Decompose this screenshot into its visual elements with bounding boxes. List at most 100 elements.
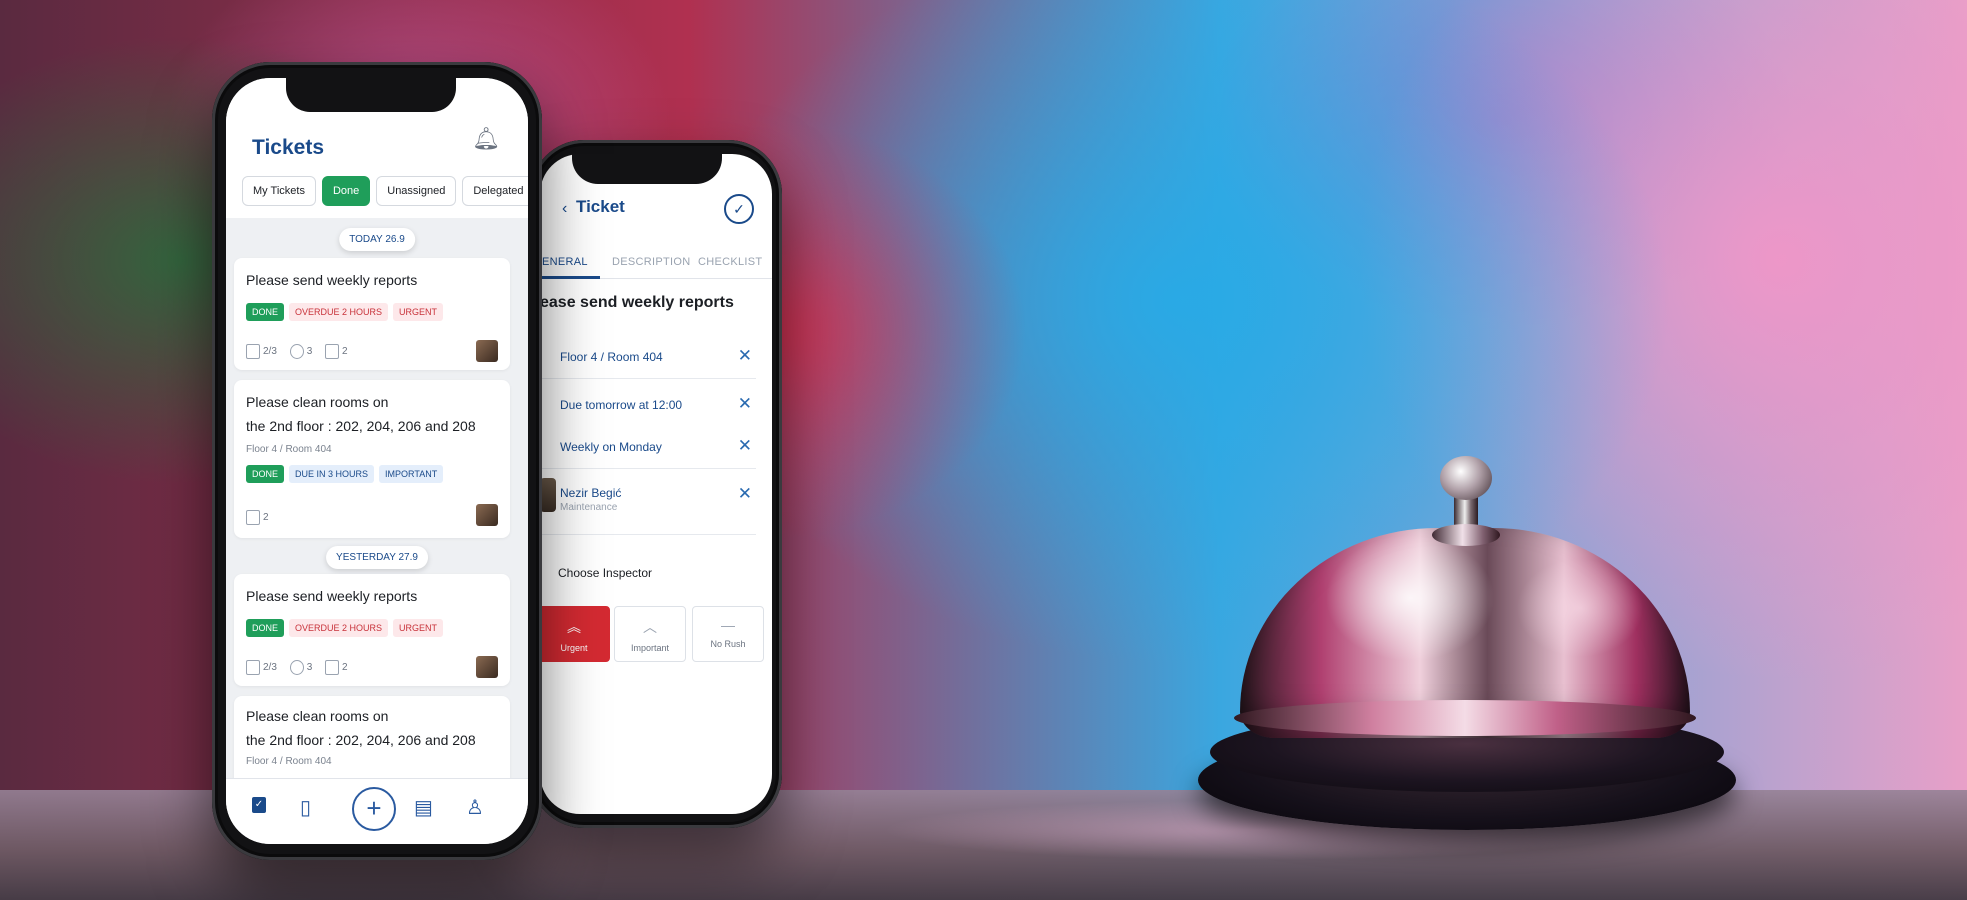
dash-icon: — bbox=[721, 617, 735, 633]
ticket-title: Ticket bbox=[576, 197, 625, 216]
tag-urgent: URGENT bbox=[393, 303, 444, 321]
assignee-avatar bbox=[540, 478, 556, 512]
door-icon[interactable]: ▯ bbox=[300, 795, 311, 820]
ticket-card-title-line1: Please clean rooms on bbox=[246, 394, 389, 410]
ticket-tags: DONE DUE IN 3 HOURS IMPORTANT bbox=[246, 464, 448, 483]
tag-done: DONE bbox=[246, 303, 285, 321]
attachment-icon bbox=[289, 660, 304, 675]
ticket-card-title: Please send weekly reports bbox=[246, 272, 418, 288]
ticket-meta: 2 bbox=[246, 510, 279, 525]
ticket-card-title-line2: the 2nd floor : 202, 204, 206 and 208 bbox=[246, 418, 476, 434]
ticket-tags: DONE OVERDUE 2 HOURS URGENT bbox=[246, 302, 448, 321]
ticket-card[interactable]: Please send weekly reports DONE OVERDUE 2… bbox=[234, 258, 510, 370]
filter-chips: My TicketsDoneUnassignedDelegatedUr bbox=[242, 176, 528, 210]
tag-done: DONE bbox=[246, 619, 285, 637]
back-arrow-icon[interactable]: ‹ bbox=[562, 200, 567, 218]
checklist-count: 2/3 bbox=[263, 662, 277, 673]
avatar bbox=[476, 504, 498, 526]
double-chevron-up-icon: ︽ bbox=[567, 619, 581, 635]
avatar bbox=[476, 340, 498, 362]
bottom-navigation: ✓ ▯ + ▤ ♙ bbox=[226, 778, 528, 844]
filter-done[interactable]: Done bbox=[321, 176, 371, 206]
comment-icon bbox=[246, 510, 260, 525]
location-value: Floor 4 / Room 404 bbox=[560, 350, 663, 364]
ticket-detail-phone: ‹ Ticket ✓ ENERAL DESCRIPTION CHECKLIST … bbox=[530, 140, 782, 828]
tab-description[interactable]: DESCRIPTION bbox=[612, 256, 690, 268]
assignee-row[interactable]: Nezir Begić Maintenance ✕ bbox=[540, 472, 756, 535]
plus-icon[interactable]: + bbox=[352, 787, 396, 831]
comment-count: 2 bbox=[342, 346, 348, 357]
ticket-location: Floor 4 / Room 404 bbox=[246, 444, 332, 455]
tag-overdue: OVERDUE 2 HOURS bbox=[289, 303, 389, 321]
tickets-list-phone: Tickets 🔔︎ My Tickets Done Unassigned Deleg… bbox=[212, 62, 542, 860]
ticket-meta: 2/3 3 2 bbox=[246, 344, 358, 359]
attachment-count: 3 bbox=[306, 346, 313, 357]
filter-unassigned[interactable]: Unassigned bbox=[376, 176, 457, 206]
attachment-icon bbox=[289, 344, 304, 359]
ticket-card[interactable]: Please clean rooms on the 2nd floor : 20… bbox=[234, 380, 510, 538]
ticket-card-title: Please send weekly reports bbox=[246, 588, 418, 604]
chevron-up-icon: ︿ bbox=[643, 619, 657, 635]
priority-urgent[interactable]: ︽ Urgent bbox=[540, 606, 610, 662]
comment-count: 2 bbox=[342, 662, 348, 673]
tag-important: IMPORTANT bbox=[379, 465, 444, 483]
service-bell-rim bbox=[1234, 700, 1696, 736]
recurrence-row[interactable]: Weekly on Monday ✕ bbox=[540, 428, 756, 469]
checklist-icon bbox=[246, 660, 260, 675]
clear-location-icon[interactable]: ✕ bbox=[738, 346, 752, 366]
assignee-role: Maintenance bbox=[560, 502, 618, 513]
checklist-icon bbox=[246, 344, 260, 359]
date-separator-today: TODAY 26.9 bbox=[339, 228, 415, 251]
filter-my-tickets[interactable]: My Tickets bbox=[242, 176, 316, 206]
tickets-list-screen: Tickets 🔔︎ My Tickets Done Unassigned Deleg… bbox=[226, 78, 528, 844]
ticket-card[interactable]: Please clean rooms on the 2nd floor : 20… bbox=[234, 696, 510, 786]
comment-icon bbox=[325, 344, 340, 359]
ticket-location: Floor 4 / Room 404 bbox=[246, 756, 332, 767]
filter-delegated[interactable]: Delegated bbox=[462, 176, 528, 206]
date-separator-yesterday: YESTERDAY 27.9 bbox=[326, 546, 428, 569]
clear-due-icon[interactable]: ✕ bbox=[738, 394, 752, 414]
ticket-detail-screen: ‹ Ticket ✓ ENERAL DESCRIPTION CHECKLIST … bbox=[540, 154, 772, 814]
priority-no-rush-label: No Rush bbox=[710, 639, 746, 649]
checklist-count: 2/3 bbox=[263, 346, 277, 357]
assignee-name: Nezir Begić bbox=[560, 486, 622, 500]
notes-icon[interactable]: ▤ bbox=[414, 795, 433, 820]
clear-recurrence-icon[interactable]: ✕ bbox=[738, 436, 752, 456]
priority-important[interactable]: ︿ Important bbox=[614, 606, 686, 662]
tab-checklist[interactable]: CHECKLIST bbox=[698, 256, 762, 268]
due-value: Due tomorrow at 12:00 bbox=[560, 398, 683, 412]
priority-important-label: Important bbox=[630, 643, 670, 653]
active-tab-indicator bbox=[540, 276, 600, 279]
checklist-icon[interactable]: ✓ bbox=[252, 797, 266, 813]
recurrence-value: Weekly on Monday bbox=[560, 440, 662, 454]
tab-general[interactable]: ENERAL bbox=[542, 256, 588, 268]
service-bell-collar bbox=[1432, 524, 1500, 546]
ticket-tags: DONE OVERDUE 2 HOURS URGENT bbox=[246, 618, 448, 637]
phone-notch bbox=[572, 154, 722, 184]
priority-urgent-label: Urgent bbox=[560, 643, 588, 653]
tag-overdue: OVERDUE 2 HOURS bbox=[289, 619, 389, 637]
due-row[interactable]: Due tomorrow at 12:00 ✕ bbox=[540, 386, 756, 426]
user-icon[interactable]: ♙ bbox=[466, 795, 484, 820]
page-title: Tickets bbox=[252, 136, 324, 159]
tag-done: DONE bbox=[246, 465, 285, 483]
location-row[interactable]: Floor 4 / Room 404 ✕ bbox=[540, 338, 756, 379]
ticket-card-title-line1: Please clean rooms on bbox=[246, 708, 389, 724]
ticket-subject: ease send weekly reports bbox=[540, 294, 734, 311]
ticket-meta: 2/3 3 2 bbox=[246, 660, 358, 675]
ticket-card[interactable]: Please send weekly reports DONE OVERDUE 2… bbox=[234, 574, 510, 686]
phone-notch bbox=[286, 78, 456, 112]
ticket-tabs: ENERAL DESCRIPTION CHECKLIST bbox=[540, 248, 772, 279]
comment-icon bbox=[325, 660, 340, 675]
remove-assignee-icon[interactable]: ✕ bbox=[738, 484, 752, 504]
comment-count: 2 bbox=[263, 512, 269, 523]
avatar bbox=[476, 656, 498, 678]
ticket-card-title-line2: the 2nd floor : 202, 204, 206 and 208 bbox=[246, 732, 476, 748]
bell-icon[interactable]: 🔔︎ bbox=[472, 126, 500, 152]
tag-urgent: URGENT bbox=[393, 619, 444, 637]
choose-inspector[interactable]: Choose Inspector bbox=[558, 566, 652, 580]
tag-due: DUE IN 3 HOURS bbox=[289, 465, 375, 483]
priority-no-rush[interactable]: — No Rush bbox=[692, 606, 764, 662]
confirm-check-icon[interactable]: ✓ bbox=[724, 194, 754, 224]
attachment-count: 3 bbox=[306, 662, 313, 673]
